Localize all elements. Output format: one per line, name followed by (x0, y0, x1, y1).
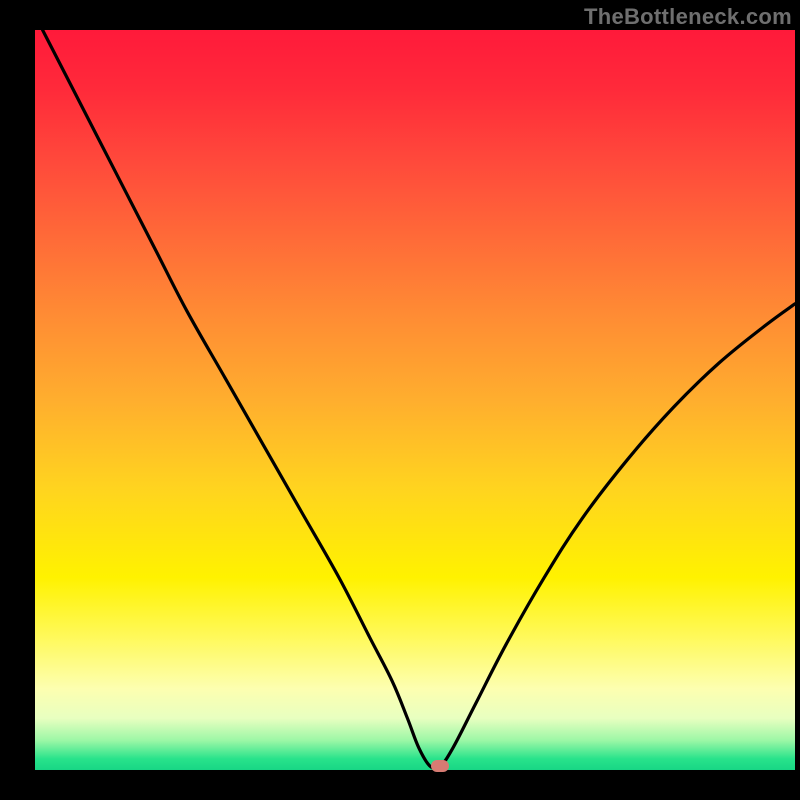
watermark-text: TheBottleneck.com (584, 4, 792, 30)
chart-frame: TheBottleneck.com (0, 0, 800, 800)
bottleneck-curve (35, 30, 795, 770)
optimal-marker (431, 760, 449, 772)
plot-area (35, 30, 795, 770)
